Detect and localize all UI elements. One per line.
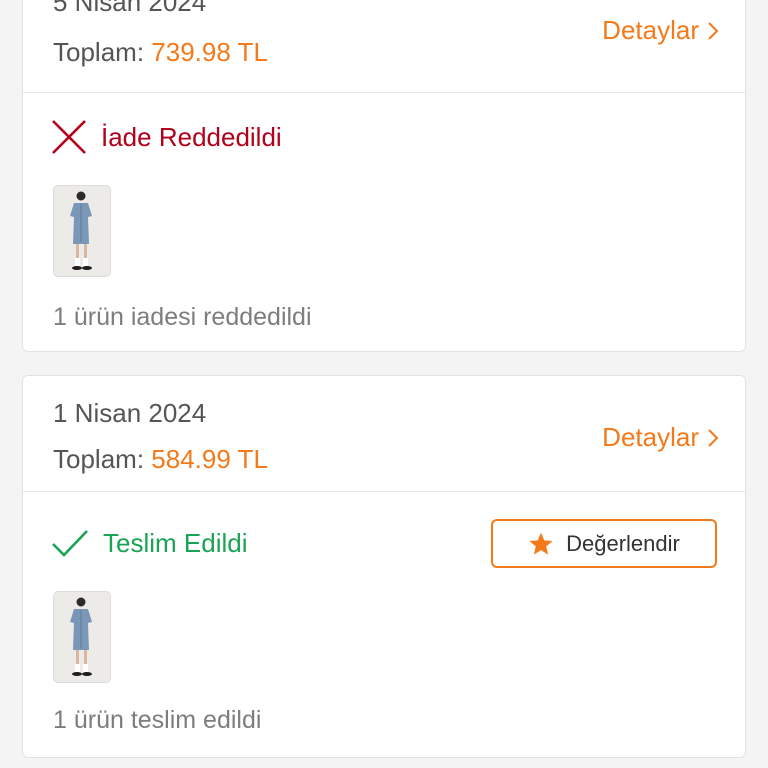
chevron-right-icon [708, 21, 719, 40]
order-status: Teslim Edildi [51, 528, 248, 559]
product-thumbnail[interactable] [53, 185, 111, 277]
chevron-right-icon [708, 428, 719, 447]
order-card: 5 Nisan 2024 Toplam: 739.98 TL Detaylar … [22, 0, 746, 352]
order-card-header: 5 Nisan 2024 Toplam: 739.98 TL Detaylar [23, 0, 745, 93]
order-status-text: Teslim Edildi [103, 528, 248, 558]
order-details-link[interactable]: Detaylar [602, 422, 719, 453]
order-details-label: Detaylar [602, 422, 699, 452]
product-image [54, 592, 110, 682]
order-card: 1 Nisan 2024 Toplam: 584.99 TL Detaylar … [22, 375, 746, 758]
order-total: Toplam: 739.98 TL [53, 37, 268, 68]
star-icon [529, 532, 553, 555]
close-icon [52, 120, 86, 154]
order-details-label: Detaylar [602, 15, 699, 45]
product-image [54, 186, 110, 276]
order-details-link[interactable]: Detaylar [602, 15, 719, 46]
order-total-label: Toplam: [53, 37, 145, 67]
product-thumbnail[interactable] [53, 591, 111, 683]
order-date: 1 Nisan 2024 [53, 398, 207, 428]
order-card-header: 1 Nisan 2024 Toplam: 584.99 TL Detaylar [23, 376, 745, 492]
order-status-text: İade Reddedildi [101, 121, 282, 152]
orders-page: 5 Nisan 2024 Toplam: 739.98 TL Detaylar … [0, 0, 768, 768]
order-total: Toplam: 584.99 TL [53, 444, 268, 475]
order-status: İade Reddedildi [51, 119, 282, 155]
order-summary: 1 ürün teslim edildi [53, 706, 262, 734]
order-total-label: Toplam: [53, 444, 145, 474]
order-date: 5 Nisan 2024 [53, 0, 207, 17]
rate-button[interactable]: Değerlendir [491, 519, 717, 568]
order-total-amount: 739.98 TL [151, 37, 268, 67]
order-total-amount: 584.99 TL [151, 444, 268, 474]
order-summary: 1 ürün iadesi reddedildi [53, 303, 312, 331]
checkmark-icon [52, 529, 88, 557]
rate-button-label: Değerlendir [566, 530, 680, 556]
